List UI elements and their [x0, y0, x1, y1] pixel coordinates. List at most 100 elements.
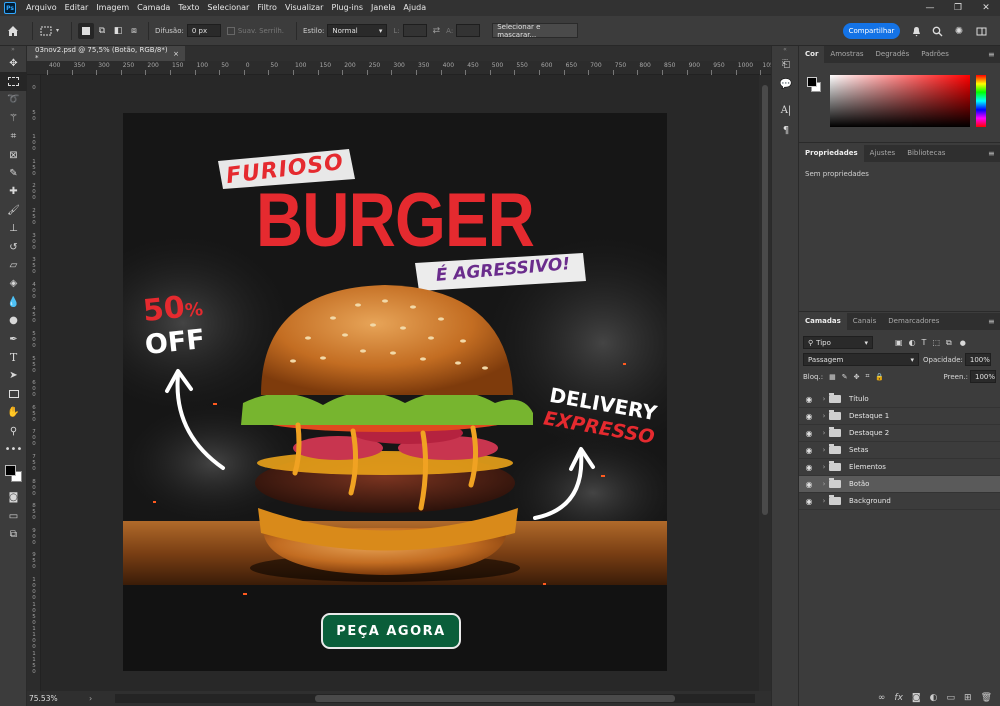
visibility-eye-icon[interactable]: ◉: [799, 395, 819, 404]
marquee-preset-picker[interactable]: ▾: [39, 24, 59, 38]
chevron-right-icon[interactable]: ›: [819, 429, 829, 437]
artboard[interactable]: FURIOSO BURGER É AGRESSIVO! 50% OFF DELI…: [123, 113, 667, 671]
chevron-right-icon[interactable]: ›: [819, 463, 829, 471]
chevron-right-icon[interactable]: ›: [819, 446, 829, 454]
pen-tool-icon[interactable]: ✒: [0, 330, 27, 348]
share-button[interactable]: Compartilhar: [843, 23, 900, 39]
select-and-mask-button[interactable]: Selecionar e mascarar...: [492, 23, 579, 39]
add-mask-icon[interactable]: ◙: [912, 693, 921, 703]
dodge-tool-icon[interactable]: ●: [0, 311, 27, 329]
menu-arquivo[interactable]: Arquivo: [22, 0, 61, 16]
brush-tool-icon[interactable]: 🖌: [0, 201, 27, 219]
history-panel-icon[interactable]: ⎗: [772, 54, 800, 74]
menu-imagem[interactable]: Imagem: [92, 0, 133, 16]
type-tool-icon[interactable]: T: [0, 348, 27, 366]
tab-canais[interactable]: Canais: [847, 313, 883, 330]
tab-cor[interactable]: Cor: [799, 46, 825, 63]
visibility-eye-icon[interactable]: ◉: [799, 497, 819, 506]
lock-all-icon[interactable]: 🔒: [875, 373, 884, 381]
visibility-eye-icon[interactable]: ◉: [799, 429, 819, 438]
layer-row[interactable]: ◉ › Destaque 2: [799, 425, 1000, 442]
link-layers-icon[interactable]: ∞: [878, 693, 886, 703]
color-panel-foreground-swatch[interactable]: [807, 77, 817, 87]
fill-input[interactable]: 100%: [970, 370, 996, 383]
rectangle-tool-icon[interactable]: [0, 385, 27, 403]
chevron-right-icon[interactable]: ›: [819, 497, 829, 505]
visibility-eye-icon[interactable]: ◉: [799, 412, 819, 421]
tab-camadas[interactable]: Camadas: [799, 313, 847, 330]
subtract-selection-button[interactable]: ◧: [110, 23, 126, 39]
eyedropper-tool-icon[interactable]: ✎: [0, 164, 27, 182]
filter-toggle-icon[interactable]: ●: [960, 339, 966, 347]
tab-propriedades[interactable]: Propriedades: [799, 145, 864, 162]
close-tab-icon[interactable]: ×: [173, 50, 179, 58]
chevron-right-icon[interactable]: ›: [819, 480, 829, 488]
chevron-right-icon[interactable]: ›: [819, 412, 829, 420]
hand-tool-icon[interactable]: ✋: [0, 403, 27, 421]
lock-position-icon[interactable]: ✥: [854, 373, 860, 381]
minimize-button[interactable]: —: [916, 0, 944, 16]
comments-panel-icon[interactable]: 💬: [772, 74, 800, 94]
antialias-checkbox[interactable]: Suav. Serrilh.: [226, 26, 284, 35]
screen-mode-icon[interactable]: ▭: [0, 507, 27, 525]
layer-effects-icon[interactable]: fx: [894, 693, 903, 703]
menu-janela[interactable]: Janela: [367, 0, 399, 16]
clone-stamp-tool-icon[interactable]: ⊥: [0, 220, 27, 238]
menu-editar[interactable]: Editar: [61, 0, 93, 16]
tab-padroes[interactable]: Padrões: [915, 46, 955, 63]
tab-ajustes[interactable]: Ajustes: [864, 145, 902, 162]
zoom-level[interactable]: 75.53%: [29, 694, 89, 703]
width-input[interactable]: [402, 24, 427, 37]
panel-menu-icon[interactable]: ≡: [988, 317, 996, 326]
filter-smart-object-icon[interactable]: ⧉: [946, 338, 952, 348]
tab-bibliotecas[interactable]: Bibliotecas: [901, 145, 951, 162]
swap-dimensions-button[interactable]: ⇄: [433, 26, 441, 36]
color-picker-field[interactable]: [830, 75, 970, 127]
filter-shape-icon[interactable]: ⬚: [932, 338, 940, 347]
vertical-scrollbar[interactable]: [759, 75, 771, 691]
menu-texto[interactable]: Texto: [174, 0, 203, 16]
intersect-selection-button[interactable]: ⧈: [126, 23, 142, 39]
workspace-icon[interactable]: [974, 24, 988, 38]
menu-filtro[interactable]: Filtro: [253, 0, 281, 16]
delete-layer-icon[interactable]: 🗑: [981, 693, 992, 703]
new-group-icon[interactable]: ▭: [947, 693, 956, 703]
panel-menu-icon[interactable]: ≡: [988, 50, 996, 59]
paint-bucket-tool-icon[interactable]: ◈: [0, 275, 27, 293]
filter-pixel-icon[interactable]: ▣: [895, 338, 903, 347]
magic-wand-tool-icon[interactable]: ⚚: [0, 109, 27, 127]
cta-button-artwork[interactable]: PEÇA AGORA: [321, 613, 461, 649]
menu-plugins[interactable]: Plug-ins: [327, 0, 367, 16]
panel-menu-icon[interactable]: ≡: [988, 149, 996, 158]
feather-input[interactable]: 0 px: [186, 24, 221, 37]
character-panel-icon[interactable]: A|: [772, 100, 800, 120]
menu-ajuda[interactable]: Ajuda: [399, 0, 430, 16]
move-tool-icon[interactable]: ✥: [0, 54, 27, 72]
close-window-button[interactable]: ✕: [972, 0, 1000, 16]
new-layer-icon[interactable]: ⊞: [964, 693, 972, 703]
paragraph-panel-icon[interactable]: ¶: [772, 120, 800, 140]
layer-row[interactable]: ◉ › Background: [799, 493, 1000, 510]
menu-selecionar[interactable]: Selecionar: [203, 0, 253, 16]
menu-visualizar[interactable]: Visualizar: [281, 0, 328, 16]
discover-lightbulb-icon[interactable]: ✺: [952, 24, 966, 38]
visibility-eye-icon[interactable]: ◉: [799, 480, 819, 489]
tab-amostras[interactable]: Amostras: [824, 46, 869, 63]
height-input[interactable]: [456, 24, 481, 37]
scroll-thumb[interactable]: [315, 695, 675, 702]
adjustment-layer-icon[interactable]: ◐: [930, 693, 938, 703]
lock-image-icon[interactable]: ✎: [842, 373, 848, 381]
zoom-tool-icon[interactable]: ⚲: [0, 422, 27, 440]
hue-slider[interactable]: [976, 75, 986, 127]
layer-row[interactable]: ◉ › Destaque 1: [799, 408, 1000, 425]
layer-kind-filter[interactable]: ⚲ Tipo ▾: [803, 336, 873, 349]
frame-tool-icon[interactable]: ⊠: [0, 146, 27, 164]
crop-tool-icon[interactable]: ⌗: [0, 128, 27, 146]
document-tab[interactable]: 03nov2.psd @ 75,5% (Botão, RGB/8*) * ×: [27, 46, 185, 62]
layer-row[interactable]: ◉ › Título: [799, 391, 1000, 408]
opacity-input[interactable]: 100%: [964, 353, 991, 366]
blur-tool-icon[interactable]: 💧: [0, 293, 27, 311]
color-swatches[interactable]: [0, 459, 27, 489]
lock-transparent-icon[interactable]: ▦: [829, 373, 836, 381]
foreground-color-swatch[interactable]: [5, 464, 16, 476]
